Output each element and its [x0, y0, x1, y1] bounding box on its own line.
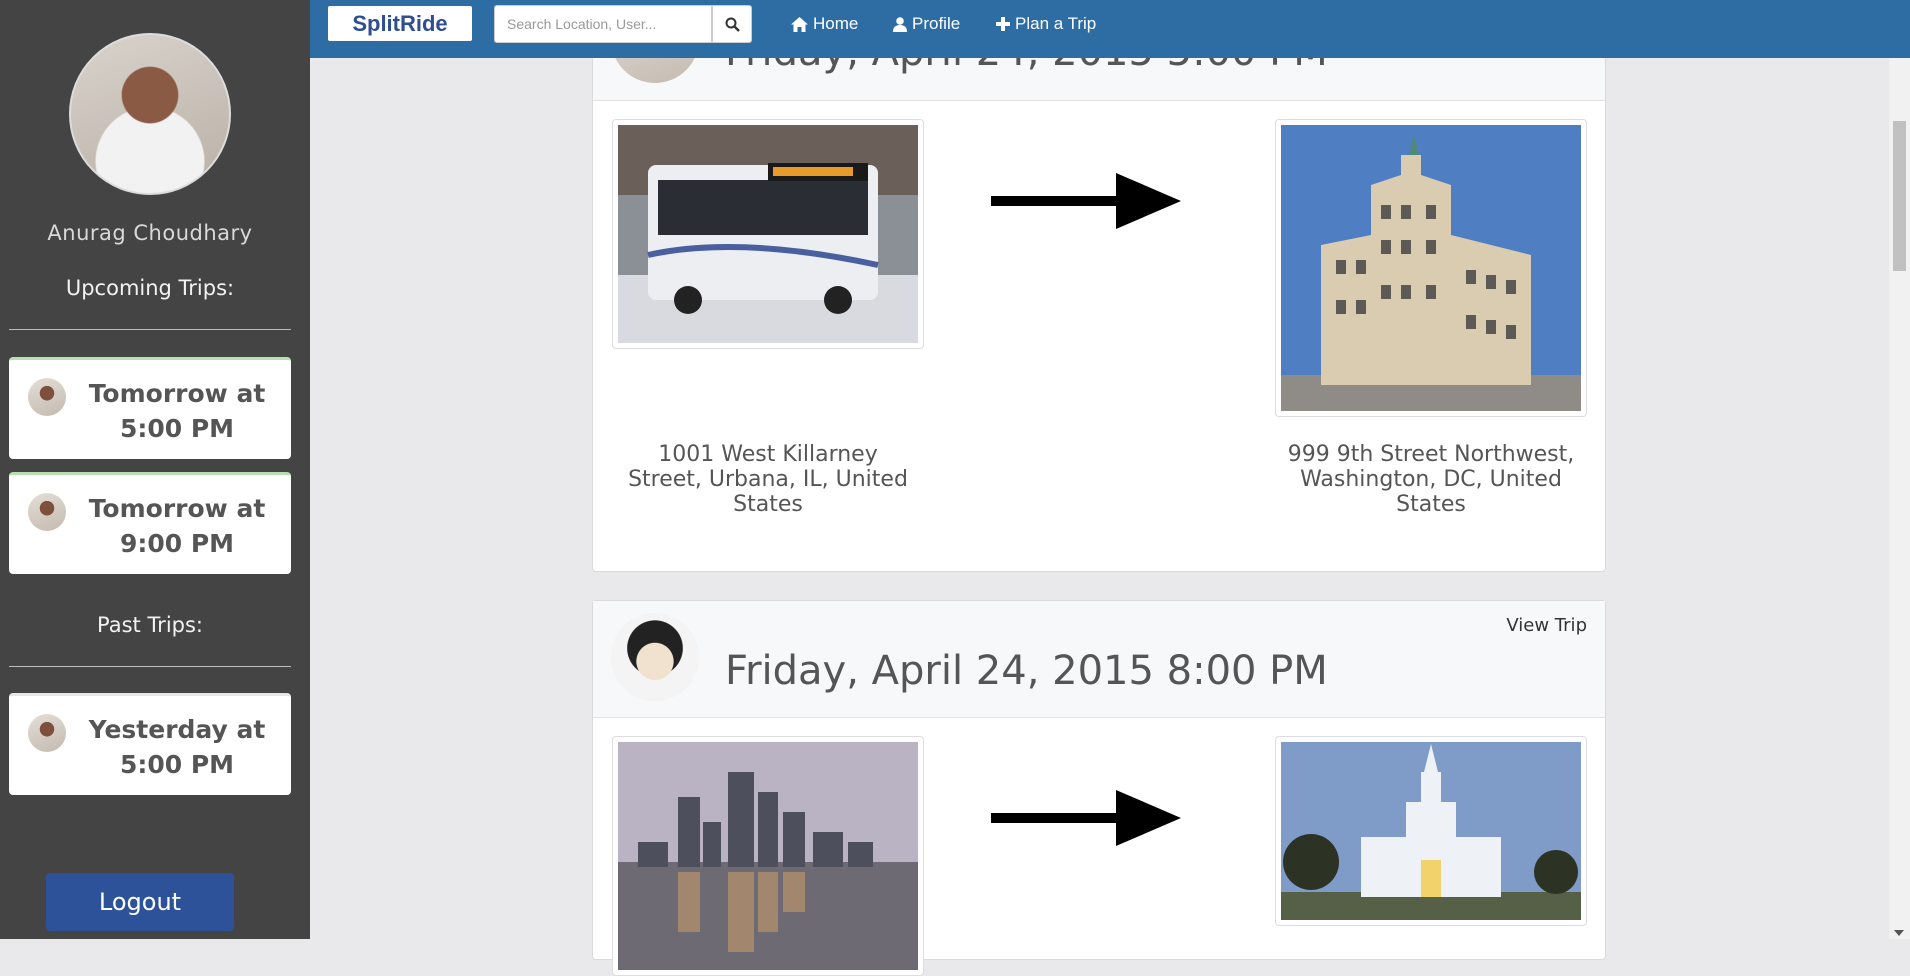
- brand-logo[interactable]: SplitRide: [328, 6, 472, 41]
- search-icon: [725, 17, 740, 32]
- origin-image: [612, 119, 924, 349]
- search-button[interactable]: [712, 5, 752, 43]
- trip-panel-header: View Trip Friday, April 24, 2015 8:00 PM: [593, 601, 1605, 718]
- trip-avatar: [28, 493, 66, 531]
- view-trip-link[interactable]: View Trip: [1506, 615, 1587, 636]
- arrow-icon: [991, 790, 1181, 846]
- destination-image: [1275, 736, 1587, 926]
- divider: [9, 666, 291, 667]
- trip-time: Tomorrow at 5:00 PM: [88, 379, 266, 443]
- scrollbar[interactable]: [1889, 58, 1910, 939]
- navbar: SplitRide Home Profile Plan a Trip: [310, 0, 1910, 58]
- building-image: [1281, 125, 1581, 411]
- nav-plan-trip[interactable]: Plan a Trip: [996, 14, 1096, 34]
- nav-home-label: Home: [813, 14, 859, 33]
- scroll-down-icon[interactable]: [1894, 930, 1904, 936]
- upcoming-trip-card[interactable]: Tomorrow at 5:00 PM: [9, 357, 291, 459]
- trip-owner-avatar[interactable]: [611, 613, 699, 701]
- temple-image: [1281, 742, 1581, 920]
- bus-image: [618, 125, 918, 343]
- past-trip-card[interactable]: Yesterday at 5:00 PM: [9, 693, 291, 795]
- logout-button[interactable]: Logout: [46, 873, 234, 931]
- search-input[interactable]: [494, 5, 712, 43]
- trip-avatar: [28, 714, 66, 752]
- origin-address: 1001 West Killarney Street, Urbana, IL, …: [628, 442, 908, 517]
- trip-time: Tomorrow at 9:00 PM: [88, 494, 266, 558]
- profile-avatar[interactable]: [69, 33, 231, 195]
- trip-panel: View Trip Friday, April 24, 2015 8:00 PM: [592, 600, 1606, 976]
- scrollbar-thumb[interactable]: [1893, 121, 1906, 271]
- trip-avatar: [28, 378, 66, 416]
- trip-panel: Friday, April 24, 2015 5:00 PM: [592, 0, 1606, 572]
- arrow-icon: [991, 173, 1181, 229]
- nav-profile-label: Profile: [912, 14, 961, 33]
- origin-image: [612, 736, 924, 976]
- upcoming-trip-card[interactable]: Tomorrow at 9:00 PM: [9, 472, 291, 574]
- trip-date: Friday, April 24, 2015 8:00 PM: [725, 648, 1328, 694]
- nav-profile[interactable]: Profile: [893, 14, 960, 34]
- nav-home[interactable]: Home: [791, 14, 858, 34]
- upcoming-trips-title: Upcoming Trips:: [65, 276, 235, 300]
- destination-image: [1275, 119, 1587, 417]
- past-trips-title: Past Trips:: [97, 613, 203, 637]
- plus-icon: [996, 17, 1010, 31]
- user-name: Anurag Choudhary: [47, 221, 253, 245]
- nav-plan-trip-label: Plan a Trip: [1015, 14, 1097, 33]
- user-icon: [893, 16, 907, 32]
- home-icon: [791, 16, 808, 32]
- sidebar: Anurag Choudhary Upcoming Trips: Tomorro…: [0, 0, 310, 939]
- trip-time: Yesterday at 5:00 PM: [88, 715, 266, 779]
- skyline-image: [618, 742, 918, 970]
- destination-address: 999 9th Street Northwest, Washington, DC…: [1287, 442, 1575, 517]
- divider: [9, 329, 291, 330]
